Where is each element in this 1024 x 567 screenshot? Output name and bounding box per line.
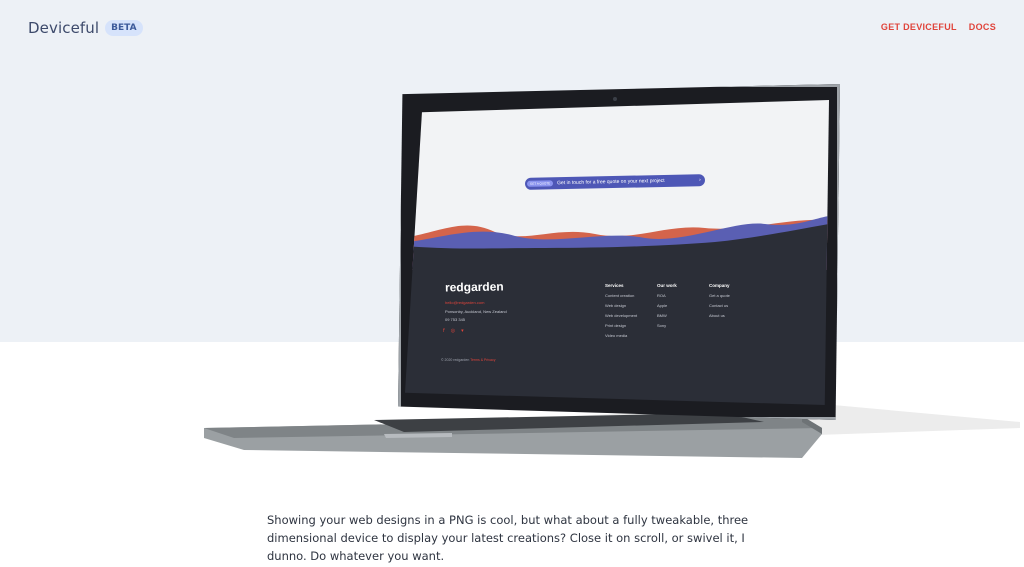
copyright-text: © 2020 redgarden (441, 358, 470, 362)
footer-link[interactable]: Web development (605, 313, 637, 318)
instagram-icon[interactable]: ◎ (451, 328, 455, 334)
terms-link[interactable]: Terms & Privacy (470, 358, 495, 362)
footer-link[interactable]: Web design (605, 303, 637, 308)
social-links: f ◎ ▾ (443, 328, 464, 334)
column-title: Services (605, 283, 624, 288)
laptop-base (204, 413, 822, 458)
quote-cta-tag: GET A QUOTE (526, 180, 554, 187)
twitter-icon[interactable]: ▾ (461, 328, 464, 334)
footer-link[interactable]: About us (709, 313, 730, 318)
camera-icon (613, 97, 617, 101)
footer-link[interactable]: Content creation (605, 293, 637, 298)
footer-link[interactable]: Get a quote (709, 293, 730, 298)
footer-link[interactable]: ROA (657, 293, 677, 298)
footer-column-our-work: Our work ROA Apple BMW Sony (657, 283, 677, 333)
top-navigation: Deviceful BETA GET DEVICEFUL DOCS (0, 0, 1024, 58)
footer-link[interactable]: Print design (605, 323, 637, 328)
footer-logo: redgarden (444, 279, 504, 295)
brand-name: Deviceful (28, 19, 100, 37)
footer-link[interactable]: Sony (657, 323, 677, 328)
intro-description: Showing your web designs in a PNG is coo… (267, 513, 749, 563)
footer-column-services: Services Content creation Web design Web… (605, 283, 637, 343)
nav-links: GET DEVICEFUL DOCS (881, 22, 996, 32)
footer-link[interactable]: Video media (605, 333, 637, 338)
facebook-icon[interactable]: f (443, 328, 445, 334)
footer-link[interactable]: Contact us (709, 303, 730, 308)
column-title: Our work (657, 283, 677, 288)
footer-copyright: © 2020 redgarden Terms & Privacy (441, 358, 495, 362)
footer-link[interactable]: Apple (657, 303, 677, 308)
footer-email[interactable]: hello@redgarden.com (445, 300, 484, 305)
footer-address: Ponsonby, Auckland, New Zealand (445, 309, 507, 314)
chevron-right-icon: › (698, 177, 702, 184)
footer-link[interactable]: BMW (657, 313, 677, 318)
brand-logo[interactable]: Deviceful BETA (28, 19, 143, 37)
column-title: Company (709, 283, 730, 288)
footer-column-company: Company Get a quote Contact us About us (709, 283, 730, 323)
screen-waves (405, 216, 829, 270)
nav-docs[interactable]: DOCS (969, 22, 996, 32)
quote-cta-text: Get in touch for a free quote on your ne… (557, 177, 665, 187)
nav-get-deviceful[interactable]: GET DEVICEFUL (881, 22, 957, 32)
laptop-screen: GET A QUOTE Get in touch for a free quot… (405, 100, 829, 405)
footer-phone: 09 753 345 (445, 317, 466, 322)
beta-badge: BETA (105, 20, 143, 36)
